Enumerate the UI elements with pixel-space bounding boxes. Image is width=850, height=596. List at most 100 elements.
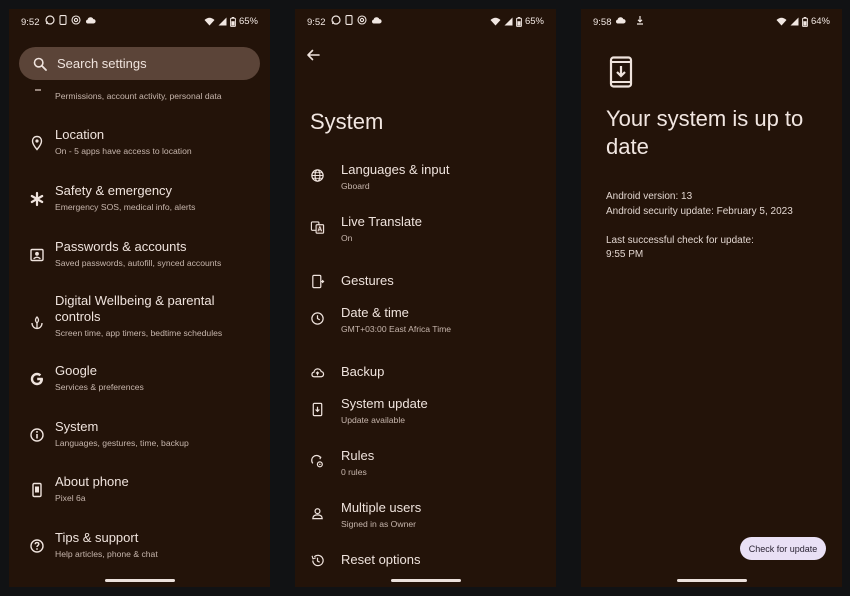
- system-item-reset-options[interactable]: Reset options: [295, 552, 556, 572]
- rules-icon: [311, 454, 323, 468]
- item-subtitle: Gboard: [341, 181, 370, 191]
- item-title: Safety & emergency: [55, 183, 173, 198]
- at-icon: [71, 15, 81, 25]
- system-item-rules[interactable]: Rules 0 rules: [295, 448, 556, 488]
- signal-icon: [790, 17, 799, 26]
- page-title: System: [310, 109, 384, 134]
- asterisk-icon: [30, 191, 44, 207]
- whatsapp-icon: [331, 15, 341, 25]
- wifi-icon: [490, 17, 501, 26]
- gesture-nav-bar[interactable]: [390, 579, 461, 582]
- help-icon: [30, 539, 44, 553]
- item-subtitle: 0 rules: [341, 467, 367, 477]
- system-status-icons: 65%: [490, 16, 544, 27]
- item-subtitle: Screen time, app timers, bedtime schedul…: [55, 328, 223, 338]
- cloud-icon: [371, 17, 382, 24]
- item-title: Rules: [341, 448, 375, 463]
- translate-icon: [310, 221, 325, 234]
- history-icon: [311, 554, 324, 567]
- settings-item-about-phone[interactable]: About phone Pixel 6a: [9, 474, 270, 518]
- item-title: System update: [341, 396, 428, 411]
- gesture-nav-bar[interactable]: [104, 579, 175, 582]
- system-status-icons: 64%: [776, 16, 830, 27]
- system-item-date-time[interactable]: Date & time GMT+03:00 East Africa Time: [295, 305, 556, 345]
- battery-icon: [802, 16, 808, 27]
- item-subtitle: Emergency SOS, medical info, alerts: [55, 202, 196, 212]
- gesture-phone-icon: [312, 274, 325, 289]
- item-subtitle: On: [341, 233, 353, 243]
- signal-icon: [218, 17, 227, 26]
- item-title: System: [55, 419, 99, 434]
- check-for-update-button[interactable]: Check for update: [740, 537, 826, 560]
- item-title-line1: Digital Wellbeing & parental: [55, 293, 215, 308]
- status-bar: 9:52 65%: [9, 9, 270, 35]
- settings-item-location[interactable]: Location On - 5 apps have access to loca…: [9, 127, 270, 171]
- item-title: Reset options: [341, 552, 421, 567]
- item-title: Tips & support: [55, 530, 139, 545]
- settings-item-safety[interactable]: Safety & emergency Emergency SOS, medica…: [9, 183, 270, 227]
- item-title: Live Translate: [341, 214, 422, 229]
- item-subtitle: GMT+03:00 East Africa Time: [341, 324, 452, 334]
- item-subtitle: Help articles, phone & chat: [55, 549, 158, 559]
- sim-icon: [345, 15, 353, 25]
- privacy-subtitle: Permissions, account activity, personal …: [55, 91, 222, 101]
- system-update-icon: [609, 56, 633, 88]
- item-title: Date & time: [341, 305, 409, 320]
- notification-icons: [615, 15, 645, 25]
- system-update-icon: [312, 402, 323, 417]
- status-time: 9:52: [307, 17, 326, 28]
- back-arrow-icon[interactable]: [305, 47, 321, 63]
- system-item-live-translate[interactable]: Live Translate On: [295, 214, 556, 254]
- item-subtitle: Signed in as Owner: [341, 519, 416, 529]
- battery-icon: [516, 16, 522, 27]
- system-item-languages[interactable]: Languages & input Gboard: [295, 162, 556, 202]
- settings-item-digital-wellbeing[interactable]: Digital Wellbeing & parental controls Sc…: [9, 293, 270, 353]
- account-box-icon: [30, 248, 44, 262]
- android-version: Android version: 13: [606, 191, 693, 202]
- item-title: Languages & input: [341, 162, 450, 177]
- wellbeing-icon: [31, 316, 43, 330]
- settings-item-passwords[interactable]: Passwords & accounts Saved passwords, au…: [9, 239, 270, 283]
- wifi-icon: [776, 17, 787, 26]
- location-pin-icon: [31, 135, 43, 151]
- item-title-line2: controls: [55, 309, 101, 324]
- sim-icon: [59, 15, 67, 25]
- gesture-nav-bar[interactable]: [676, 579, 747, 582]
- google-g-icon: [30, 372, 43, 386]
- system-item-backup[interactable]: Backup: [295, 364, 556, 384]
- item-title: Backup: [341, 364, 385, 379]
- system-item-multiple-users[interactable]: Multiple users Signed in as Owner: [295, 500, 556, 540]
- item-title: Multiple users: [341, 500, 422, 515]
- item-subtitle: On - 5 apps have access to location: [55, 146, 192, 156]
- phone-icon: [32, 482, 42, 498]
- system-item-system-update[interactable]: System update Update available: [295, 396, 556, 436]
- battery-percent: 65%: [238, 16, 258, 27]
- item-title: Gestures: [341, 273, 394, 288]
- search-settings-bar[interactable]: Search settings: [19, 47, 260, 80]
- last-check-time: 9:55 PM: [606, 249, 644, 260]
- status-bar: 9:58 64%: [581, 9, 842, 35]
- download-icon: [637, 16, 643, 25]
- last-check-label: Last successful check for update:: [606, 235, 754, 246]
- cloud-upload-icon: [311, 368, 325, 378]
- system-update-screen: 9:58 64% Your system is up to date Andro…: [581, 9, 842, 587]
- settings-item-google[interactable]: Google Services & preferences: [9, 363, 270, 407]
- settings-item-tips-support[interactable]: Tips & support Help articles, phone & ch…: [9, 530, 270, 574]
- partial-icon: [35, 89, 41, 91]
- system-item-gestures[interactable]: Gestures: [295, 273, 556, 293]
- settings-item-system[interactable]: System Languages, gestures, time, backup: [9, 419, 270, 463]
- status-bar: 9:52 65%: [295, 9, 556, 35]
- item-title: Passwords & accounts: [55, 239, 187, 254]
- battery-percent: 64%: [810, 16, 830, 27]
- person-icon: [312, 508, 323, 520]
- at-icon: [357, 15, 367, 25]
- system-status-icons: 65%: [204, 16, 258, 27]
- search-placeholder: Search settings: [57, 56, 147, 71]
- item-title: Location: [55, 127, 105, 142]
- whatsapp-icon: [45, 15, 55, 25]
- cloud-icon: [85, 17, 96, 24]
- globe-icon: [311, 169, 324, 182]
- battery-percent: 65%: [524, 16, 544, 27]
- notification-icons: [45, 15, 96, 25]
- signal-icon: [504, 17, 513, 26]
